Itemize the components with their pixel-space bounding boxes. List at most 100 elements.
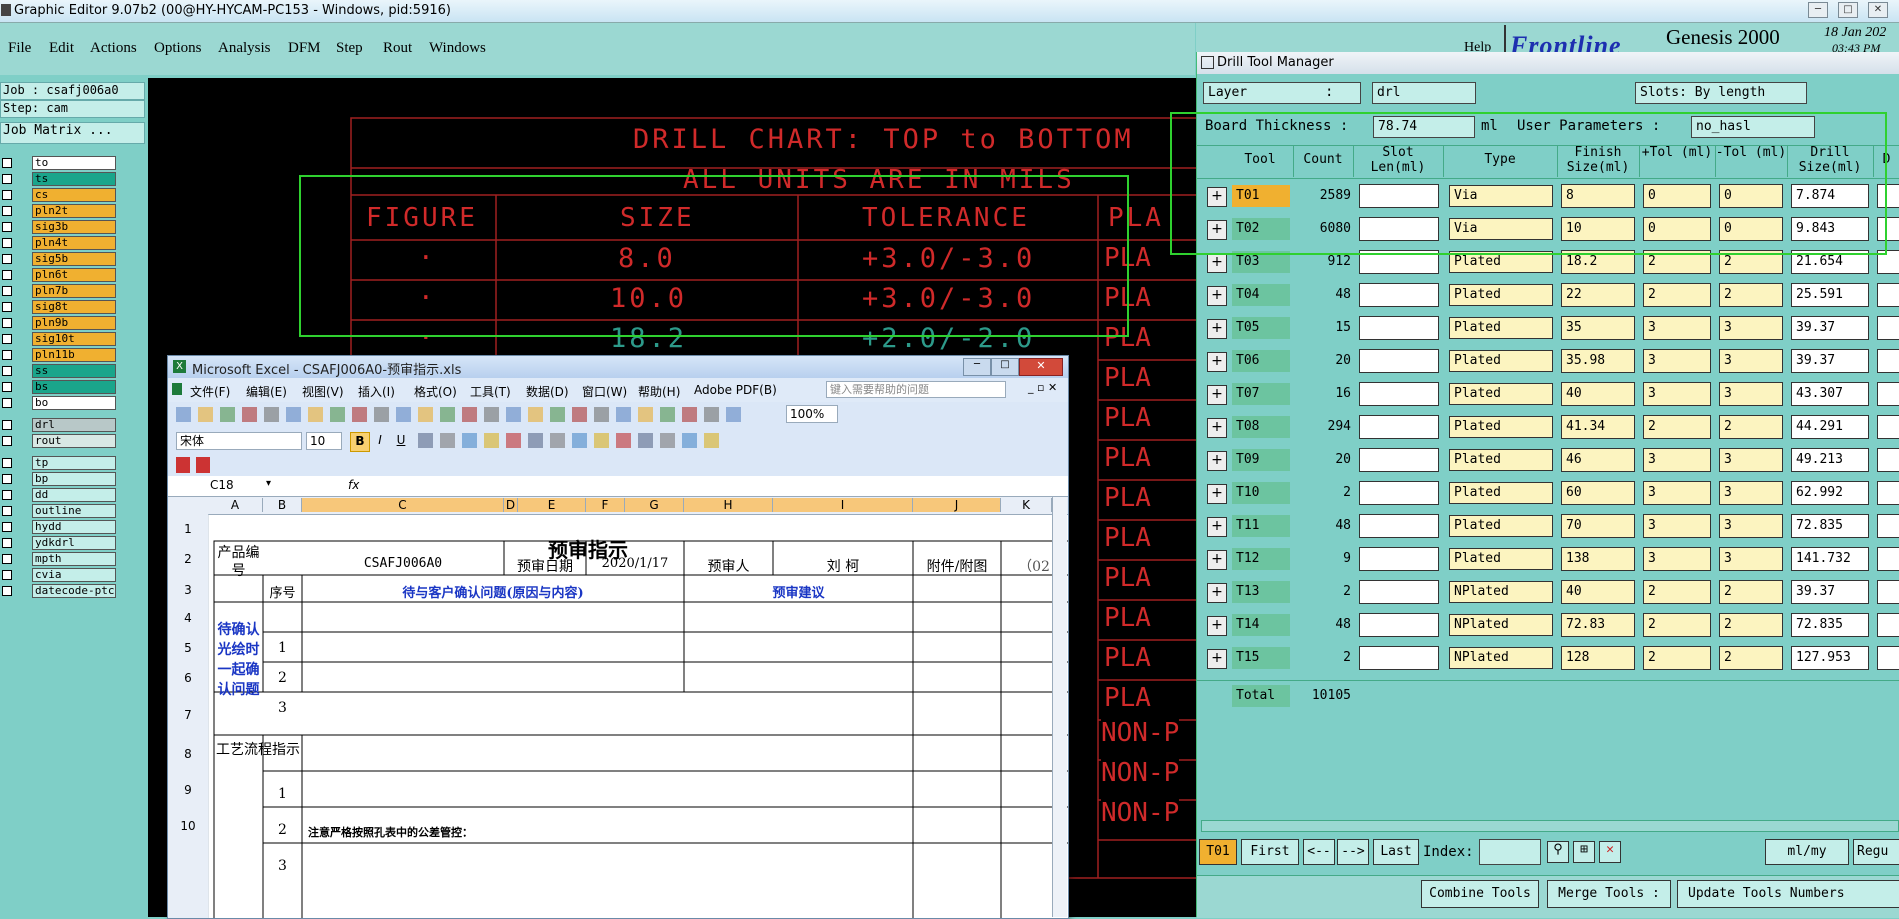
plus-tol-input[interactable]: 2 <box>1643 415 1711 439</box>
fx-button[interactable]: fx <box>348 478 359 492</box>
menu-analysis[interactable]: Analysis <box>218 40 271 57</box>
toolbar-icon[interactable] <box>660 407 675 422</box>
format-icon[interactable] <box>550 433 565 448</box>
drill-size-input[interactable]: 49.213 <box>1791 448 1869 472</box>
merge-tools-button[interactable]: Merge Tools : <box>1547 880 1671 908</box>
excel-menu-item[interactable]: 工具(T) <box>470 383 511 400</box>
type-select[interactable]: Plated <box>1449 548 1553 570</box>
toolbar-icon[interactable] <box>264 407 279 422</box>
product-value[interactable]: CSAFJ006A0 <box>302 556 504 571</box>
grid-icon[interactable]: ⊞ <box>1573 841 1595 863</box>
format-icon[interactable] <box>462 433 477 448</box>
excel-menu-item[interactable]: 编辑(E) <box>246 383 287 400</box>
d-cell[interactable] <box>1877 613 1899 637</box>
excel-menu-item[interactable]: 数据(D) <box>526 383 569 400</box>
layer-name[interactable]: outline <box>32 504 116 518</box>
tool-name[interactable]: T14 <box>1232 614 1290 636</box>
d-cell[interactable] <box>1877 646 1899 670</box>
pdf-mail-icon[interactable] <box>196 457 210 473</box>
tool-name[interactable]: T12 <box>1232 548 1290 570</box>
format-icon[interactable] <box>594 433 609 448</box>
column-header[interactable]: G <box>625 498 684 512</box>
excel-maximize-button[interactable]: □ <box>991 358 1019 376</box>
type-select[interactable]: Plated <box>1449 449 1553 471</box>
layer-checkbox[interactable] <box>2 458 12 468</box>
layer-value[interactable]: drl <box>1372 82 1476 104</box>
excel-scrollbar[interactable] <box>1052 497 1067 917</box>
tool-row[interactable]: + T07 16 Plated 40 3 3 43.307 <box>1197 379 1899 409</box>
minus-tol-input[interactable]: 2 <box>1719 646 1783 670</box>
layer-row-outline[interactable]: outline <box>0 504 118 518</box>
layer-checkbox[interactable] <box>2 174 12 184</box>
tool-name[interactable]: T07 <box>1232 383 1290 405</box>
menu-actions[interactable]: Actions <box>90 40 137 57</box>
finish-size-input[interactable]: 40 <box>1561 382 1635 406</box>
last-button[interactable]: Last <box>1373 839 1419 865</box>
layer-name[interactable]: pln11b <box>32 348 116 362</box>
drill-size-input[interactable]: 44.291 <box>1791 415 1869 439</box>
layer-row-pln6t[interactable]: pln6t <box>0 268 118 282</box>
finish-size-input[interactable]: 70 <box>1561 514 1635 538</box>
layer-checkbox[interactable] <box>2 158 12 168</box>
format-icon[interactable] <box>638 433 653 448</box>
finish-size-input[interactable]: 138 <box>1561 547 1635 571</box>
toolbar-icon[interactable] <box>242 407 257 422</box>
layer-checkbox[interactable] <box>2 334 12 344</box>
layer-checkbox[interactable] <box>2 366 12 376</box>
layer-name[interactable]: cvia <box>32 568 116 582</box>
menu-file[interactable]: File <box>8 40 31 57</box>
type-select[interactable]: Plated <box>1449 350 1553 372</box>
slot-len-input[interactable] <box>1359 382 1439 406</box>
column-header[interactable]: B <box>263 498 302 512</box>
layer-name[interactable]: pln6t <box>32 268 116 282</box>
expand-button[interactable]: + <box>1207 385 1227 405</box>
zoom-select[interactable]: 100% <box>786 405 838 423</box>
format-icon[interactable] <box>616 433 631 448</box>
type-select[interactable]: Plated <box>1449 284 1553 306</box>
d-cell[interactable] <box>1877 547 1899 571</box>
name-box-dropdown-icon[interactable]: ▾ <box>266 478 271 489</box>
menu-step[interactable]: Step <box>336 40 363 57</box>
format-icon[interactable] <box>660 433 675 448</box>
layer-row-sig3b[interactable]: sig3b <box>0 220 118 234</box>
excel-menu-item[interactable]: Adobe PDF(B) <box>694 383 777 397</box>
excel-menu-item[interactable]: 帮助(H) <box>638 383 680 400</box>
layer-checkbox[interactable] <box>2 222 12 232</box>
layer-checkbox[interactable] <box>2 522 12 532</box>
slot-len-input[interactable] <box>1359 349 1439 373</box>
finish-size-input[interactable]: 35 <box>1561 316 1635 340</box>
tool-row[interactable]: + T04 48 Plated 22 2 2 25.591 <box>1197 280 1899 310</box>
menu-options[interactable]: Options <box>154 40 202 57</box>
d-cell[interactable] <box>1877 415 1899 439</box>
toolbar-icon[interactable] <box>638 407 653 422</box>
layer-name[interactable]: datecode-ptc <box>32 584 116 598</box>
first-button[interactable]: First <box>1241 839 1299 865</box>
layer-name[interactable]: pln7b <box>32 284 116 298</box>
drill-size-input[interactable]: 127.953 <box>1791 646 1869 670</box>
font-select[interactable]: 宋体 <box>176 432 302 450</box>
toolbar-icon[interactable] <box>506 407 521 422</box>
slot-len-input[interactable] <box>1359 514 1439 538</box>
menu-windows[interactable]: Windows <box>429 40 486 57</box>
toolbar-icon[interactable] <box>308 407 323 422</box>
font-size-select[interactable]: 10 <box>306 432 342 450</box>
row-header[interactable]: 5 <box>168 641 208 655</box>
column-header[interactable]: H <box>684 498 773 512</box>
plus-tol-input[interactable]: 3 <box>1643 547 1711 571</box>
layer-name[interactable]: ss <box>32 364 116 378</box>
drill-size-input[interactable]: 43.307 <box>1791 382 1869 406</box>
layer-row-cvia[interactable]: cvia <box>0 568 118 582</box>
drill-size-input[interactable]: 25.591 <box>1791 283 1869 307</box>
toolbar-icon[interactable] <box>220 407 235 422</box>
layer-row-bo[interactable]: bo <box>0 396 118 410</box>
layer-checkbox[interactable] <box>2 436 12 446</box>
layer-name[interactable]: sig5b <box>32 252 116 266</box>
delete-icon[interactable]: ✕ <box>1599 841 1621 863</box>
layer-checkbox[interactable] <box>2 382 12 392</box>
type-select[interactable]: Plated <box>1449 383 1553 405</box>
expand-button[interactable]: + <box>1207 253 1227 273</box>
date-value[interactable]: 2020/1/17 <box>586 556 684 571</box>
tool-name[interactable]: T06 <box>1232 350 1290 372</box>
toolbar-icon[interactable] <box>682 407 697 422</box>
toolbar-icon[interactable] <box>352 407 367 422</box>
